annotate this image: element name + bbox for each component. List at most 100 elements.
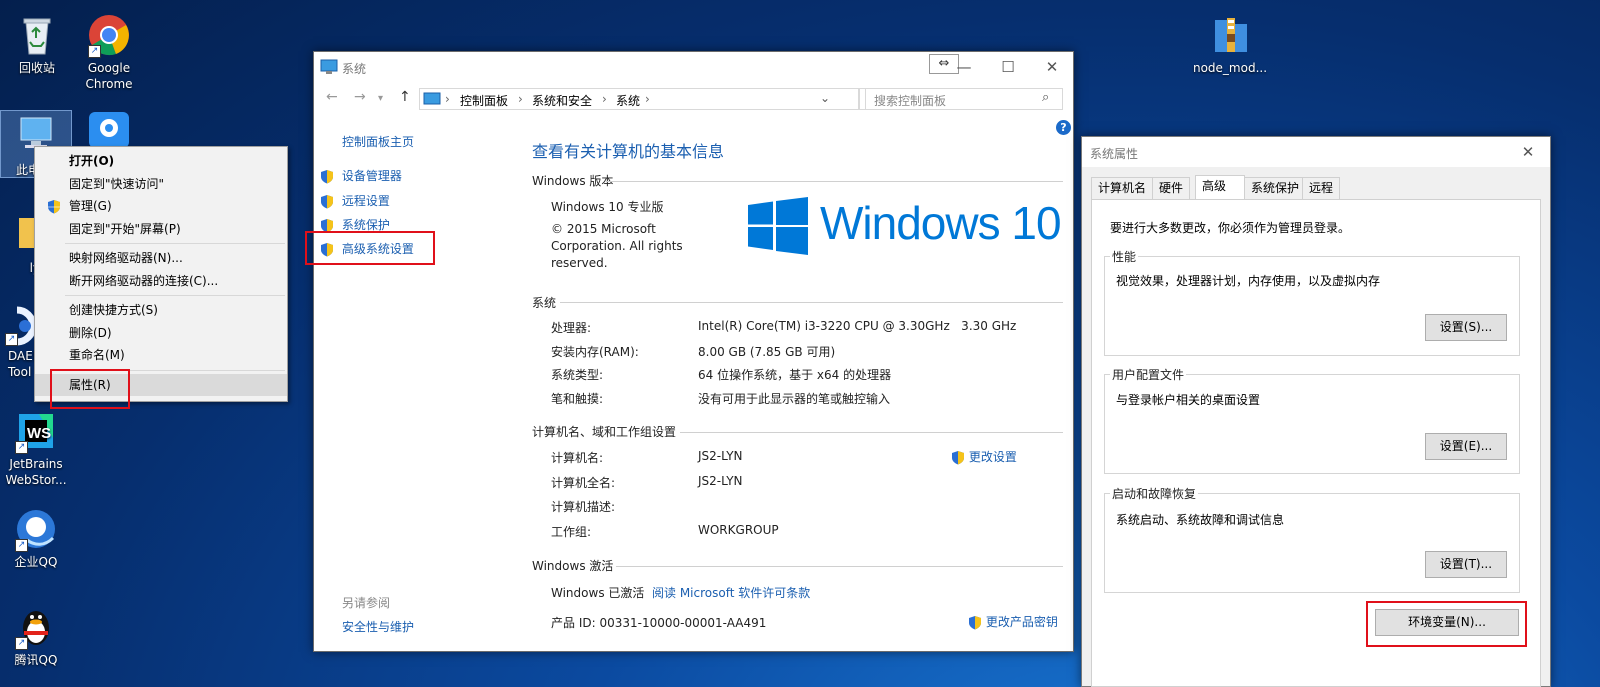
- desktop-icon-label: WebStor...: [5, 473, 67, 487]
- menu-item-open[interactable]: 打开(O): [35, 150, 287, 173]
- menu-item-pin-start[interactable]: 固定到"开始"屏幕(P): [35, 218, 287, 241]
- close-button[interactable]: ✕: [1506, 137, 1550, 167]
- section-divider: [606, 181, 1063, 182]
- back-arrow-icon[interactable]: ←: [326, 89, 338, 105]
- tab-computer-name[interactable]: 计算机名: [1091, 177, 1154, 199]
- system-type-value: 64 位操作系统，基于 x64 的处理器: [698, 368, 892, 382]
- desktop-icon-qq[interactable]: ↗ 腾讯QQ: [0, 604, 72, 668]
- up-arrow-icon[interactable]: ↑: [399, 89, 411, 105]
- startup-recovery-settings-button[interactable]: 设置(T)...: [1425, 551, 1507, 578]
- tab-advanced[interactable]: 高级: [1195, 175, 1245, 199]
- breadcrumb-item[interactable]: 系统: [616, 92, 640, 109]
- window-titlebar[interactable]: 系统 ⇔ — ☐ ✕: [314, 52, 1073, 82]
- system-monitor-icon: [320, 59, 338, 78]
- computer-row-label: 工作组:: [551, 525, 592, 539]
- menu-separator: [65, 295, 285, 296]
- search-input[interactable]: 搜索控制面板 ⌕: [865, 88, 1063, 110]
- performance-group: [1104, 256, 1520, 356]
- search-icon: ⌕: [1042, 90, 1050, 105]
- startup-recovery-group-title: 启动和故障恢复: [1110, 485, 1199, 502]
- section-heading-computer-name: 计算机名、域和工作组设置: [532, 425, 677, 439]
- change-settings-link[interactable]: 更改设置: [951, 448, 1017, 465]
- change-product-key-link[interactable]: 更改产品密钥: [968, 613, 1058, 630]
- breadcrumb-item[interactable]: 控制面板: [460, 92, 508, 109]
- daemon-tools-icon: ↗: [3, 306, 37, 346]
- sidebar-item-label: 设备管理器: [341, 169, 402, 183]
- user-profiles-description: 与登录帐户相关的桌面设置: [1116, 393, 1261, 407]
- ram-value: 8.00 GB (7.85 GB 可用): [698, 345, 836, 359]
- copyright-line: reserved.: [551, 256, 608, 270]
- menu-item-delete[interactable]: 删除(D): [35, 322, 287, 345]
- computer-row-label: 计算机描述:: [551, 500, 616, 514]
- windows-logo-icon: [748, 197, 808, 255]
- maximize-button[interactable]: ☐: [986, 52, 1030, 82]
- desktop-icon-webstorm[interactable]: WS ↗ JetBrains WebStor...: [0, 408, 72, 488]
- windows-logo-text: Windows 10: [820, 197, 1062, 249]
- tab-hardware[interactable]: 硬件: [1152, 177, 1191, 199]
- uac-shield-icon: [320, 169, 334, 184]
- sidebar-home-link[interactable]: 控制面板主页: [342, 133, 414, 150]
- desktop-icon-label: 企业QQ: [14, 555, 58, 569]
- sidebar-item-label: 远程设置: [341, 194, 390, 208]
- search-placeholder: 搜索控制面板: [874, 94, 947, 108]
- breadcrumb-separator-icon: ›: [645, 92, 650, 106]
- performance-settings-button[interactable]: 设置(S)...: [1425, 314, 1507, 341]
- menu-item-manage[interactable]: 管理(G): [35, 195, 287, 218]
- close-button[interactable]: ✕: [1030, 52, 1074, 82]
- desktop-icon-label: node_mod...: [1192, 61, 1268, 75]
- breadcrumb-item[interactable]: 系统和安全: [532, 92, 592, 109]
- performance-group-title: 性能: [1110, 248, 1139, 265]
- control-panel-icon: [423, 91, 441, 110]
- system-row-label: 安装内存(RAM):: [551, 345, 639, 359]
- user-profiles-settings-button[interactable]: 设置(E)...: [1425, 433, 1507, 460]
- change-product-key-label: 更改产品密钥: [985, 615, 1058, 629]
- product-id: 产品 ID: 00331-10000-00001-AA491: [551, 616, 767, 630]
- menu-item-map-drive[interactable]: 映射网络驱动器(N)...: [35, 247, 287, 270]
- menu-item-create-shortcut[interactable]: 创建快捷方式(S): [35, 299, 287, 322]
- address-bar[interactable]: › 控制面板 › 系统和安全 › 系统 › ⌄: [419, 88, 859, 110]
- license-terms-link[interactable]: 阅读 Microsoft 软件许可条款: [652, 584, 810, 601]
- change-settings-label: 更改设置: [968, 450, 1017, 464]
- startup-recovery-description: 系统启动、系统故障和调试信息: [1116, 513, 1285, 527]
- computer-row-label: 计算机名:: [551, 451, 604, 465]
- computer-fullname-value: JS2-LYN: [698, 474, 743, 488]
- desktop-icon-label: Chrome: [85, 77, 133, 91]
- desktop-icon-recycle-bin[interactable]: 回收站: [0, 12, 74, 76]
- chrome-icon: ↗: [86, 12, 132, 58]
- forward-arrow-icon[interactable]: →: [354, 89, 366, 105]
- menu-item-label: 管理(G): [69, 199, 112, 213]
- highlight-box-environment-variables: [1366, 601, 1527, 647]
- menu-separator: [65, 243, 285, 244]
- desktop-icon-qq-enterprise[interactable]: ↗ 企业QQ: [0, 506, 72, 570]
- tab-remote[interactable]: 远程: [1302, 177, 1341, 199]
- sidebar-item-device-manager[interactable]: 设备管理器: [320, 167, 402, 184]
- desktop-icon-chrome[interactable]: ↗ Google Chrome: [72, 12, 146, 92]
- shortcut-arrow-icon: ↗: [15, 637, 28, 650]
- uac-shield-icon: [320, 218, 334, 233]
- performance-description: 视觉效果，处理器计划，内存使用，以及虚拟内存: [1116, 274, 1381, 288]
- qq-penguin-icon: ↗: [13, 604, 59, 650]
- highlight-box-properties: [50, 369, 130, 409]
- tab-system-protection[interactable]: 系统保护: [1244, 177, 1307, 199]
- menu-item-pin-quick-access[interactable]: 固定到"快速访问": [35, 173, 287, 196]
- highlight-box-advanced-settings: [305, 231, 435, 265]
- minimize-button[interactable]: —: [942, 52, 986, 82]
- menu-item-rename[interactable]: 重命名(M): [35, 344, 287, 367]
- desktop-icon-node-modules-zip[interactable]: node_mod...: [1190, 12, 1270, 76]
- menu-item-disconnect-drive[interactable]: 断开网络驱动器的连接(C)...: [35, 270, 287, 293]
- chevron-down-icon[interactable]: ⌄: [820, 91, 830, 105]
- system-row-label: 系统类型:: [551, 368, 604, 382]
- sidebar-item-label: 系统保护: [341, 218, 390, 232]
- dialog-titlebar[interactable]: 系统属性 ✕: [1082, 137, 1550, 167]
- breadcrumb-separator-icon: ›: [602, 92, 607, 106]
- sidebar-item-remote-settings[interactable]: 远程设置: [320, 192, 390, 209]
- desktop-icon-label: 回收站: [18, 61, 55, 75]
- workgroup-value: WORKGROUP: [698, 523, 779, 537]
- activation-status: Windows 已激活: [551, 586, 645, 600]
- help-icon[interactable]: ?: [1056, 120, 1071, 135]
- recent-chevron-icon[interactable]: ▾: [378, 93, 383, 104]
- uac-shield-icon: [951, 450, 965, 465]
- section-heading-system: 系统: [532, 296, 557, 310]
- system-row-label: 处理器:: [551, 321, 592, 335]
- security-maintenance-link[interactable]: 安全性与维护: [342, 618, 414, 635]
